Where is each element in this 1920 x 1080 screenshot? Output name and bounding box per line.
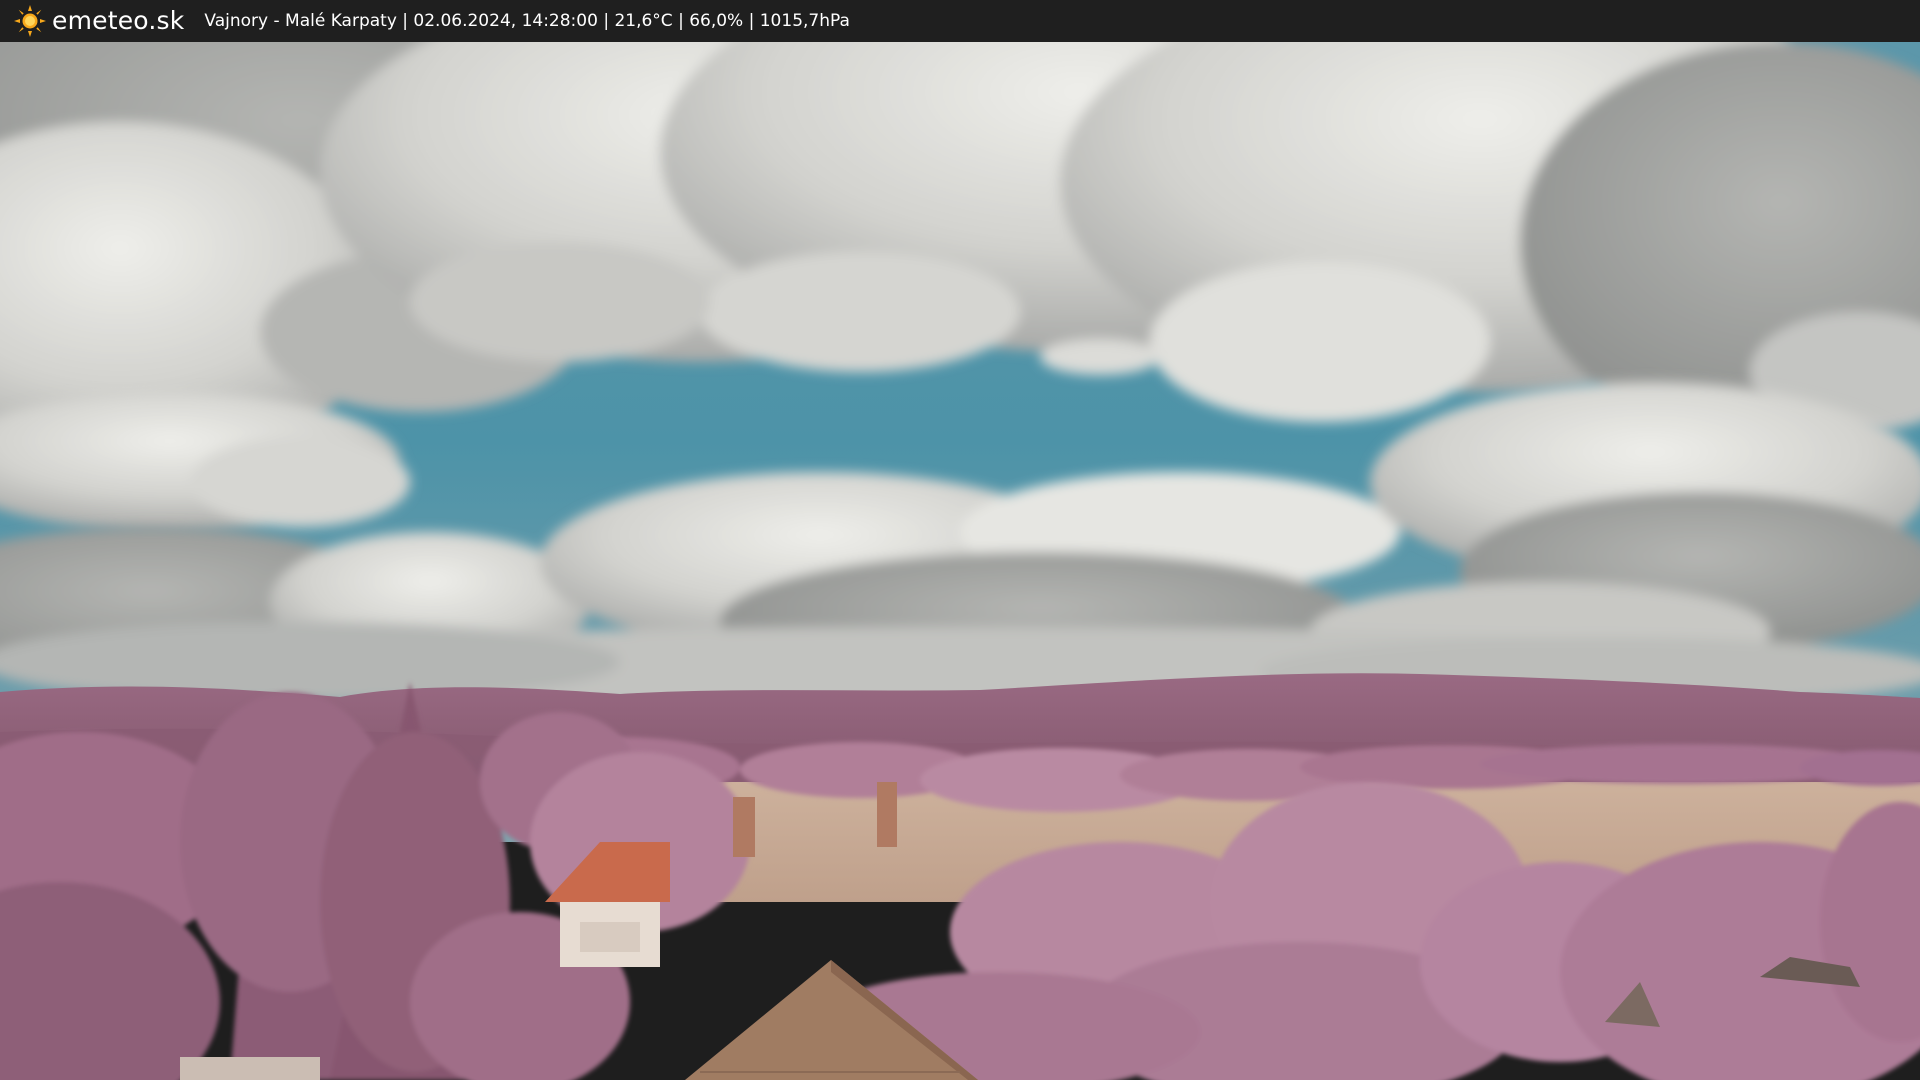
sun-icon [14, 5, 46, 37]
brand-name: emeteo.sk [52, 6, 185, 35]
webcam-frame: emeteo.sk Vajnory - Malé Karpaty | 02.06… [0, 0, 1920, 1080]
caption-bar: emeteo.sk Vajnory - Malé Karpaty | 02.06… [0, 0, 1920, 42]
garden-wall [180, 1057, 320, 1080]
landscape-photo [0, 42, 1920, 1080]
webcam-image [0, 42, 1920, 1080]
weather-caption: Vajnory - Malé Karpaty | 02.06.2024, 14:… [204, 11, 850, 31]
logo[interactable]: emeteo.sk [14, 0, 184, 42]
